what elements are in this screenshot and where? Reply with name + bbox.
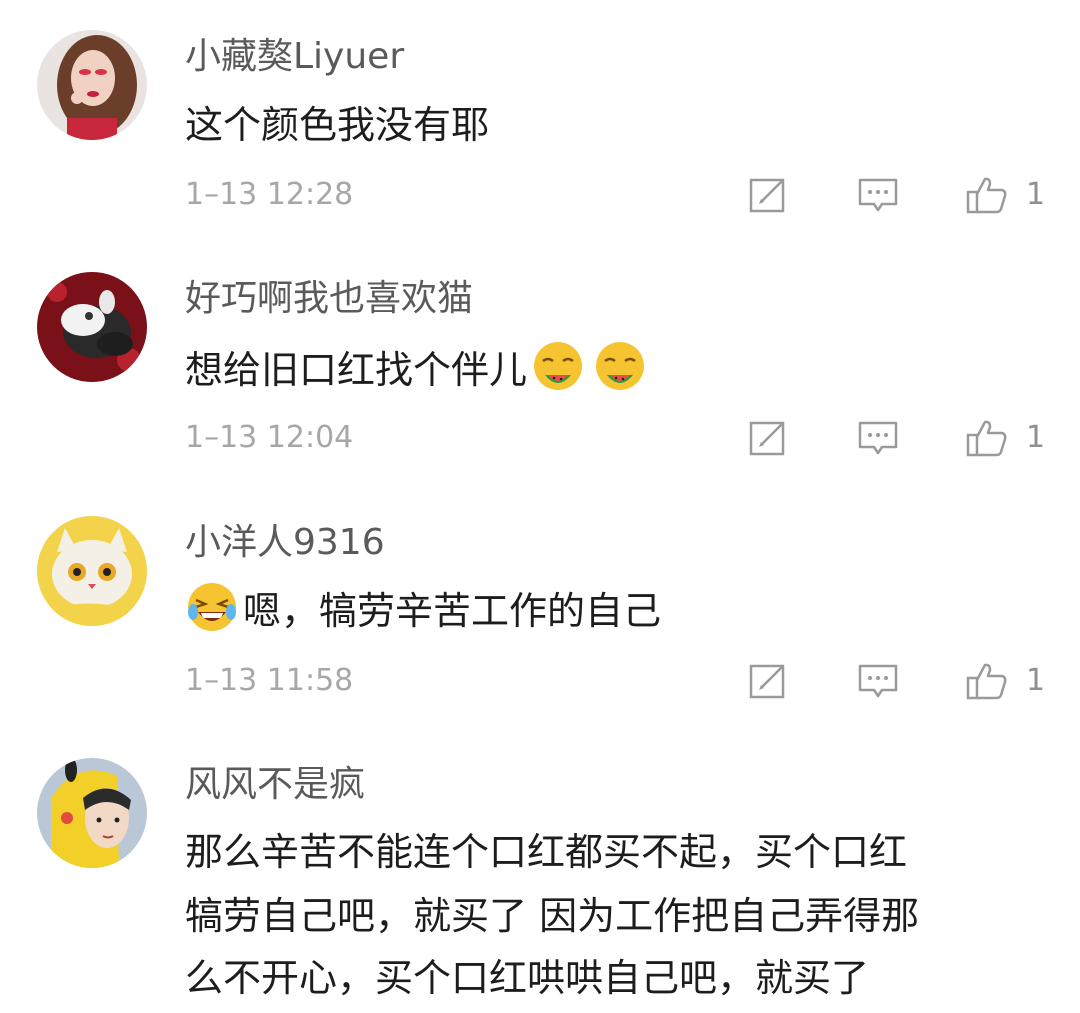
avatar[interactable] [37,30,147,140]
like-count: 1 [1026,177,1046,212]
comment-meta: 1–13 12:28 1 [0,170,1080,220]
avatar[interactable] [37,758,147,868]
watermelon-eating-emoji [531,339,585,393]
comment-text-line: 犒劳自己吧，就买了 因为工作把自己弄得那 [185,894,920,938]
avatar[interactable] [37,516,147,626]
avatar[interactable] [37,272,147,382]
laughing-tears-emoji [185,580,239,634]
comment-text: 这个颜色我没有耶 [185,103,490,147]
like-count: 1 [1026,420,1046,455]
timestamp: 1–13 12:04 [185,420,354,455]
comment-meta: 1–13 12:04 1 [0,413,1080,463]
comment-icon[interactable] [857,661,899,701]
avatar-image [37,30,147,140]
avatar-image [37,758,147,868]
username[interactable]: 风风不是疯 [185,763,365,807]
timestamp: 1–13 12:28 [185,177,354,212]
comment-text-body: 嗯，犒劳辛苦工作的自己 [243,589,662,633]
timestamp: 1–13 11:58 [185,663,354,698]
repost-edit-icon[interactable] [748,175,790,215]
like-count: 1 [1026,663,1046,698]
thumbs-up-icon[interactable] [966,418,1008,458]
username[interactable]: 小洋人9316 [185,521,385,565]
comment-text: 想给旧口红找个伴儿 [185,339,651,400]
comment-icon[interactable] [857,418,899,458]
watermelon-eating-emoji [593,339,647,393]
comment-icon[interactable] [857,175,899,215]
username[interactable]: 小藏獒Liyuer [185,35,404,79]
avatar-image [37,272,147,382]
comment-text-line: 那么辛苦不能连个口红都买不起，买个口红 [185,830,908,874]
repost-edit-icon[interactable] [748,661,790,701]
repost-edit-icon[interactable] [748,418,790,458]
comment-text-line: 么不开心，买个口红哄哄自己吧，就买了 [185,956,870,1000]
comment-text: 嗯，犒劳辛苦工作的自己 [185,580,661,641]
comment-meta: 1–13 11:58 1 [0,656,1080,706]
comment-text-body: 想给旧口红找个伴儿 [185,348,528,392]
thumbs-up-icon[interactable] [966,661,1008,701]
username[interactable]: 好巧啊我也喜欢猫 [185,277,473,321]
avatar-image [37,516,147,626]
thumbs-up-icon[interactable] [966,175,1008,215]
